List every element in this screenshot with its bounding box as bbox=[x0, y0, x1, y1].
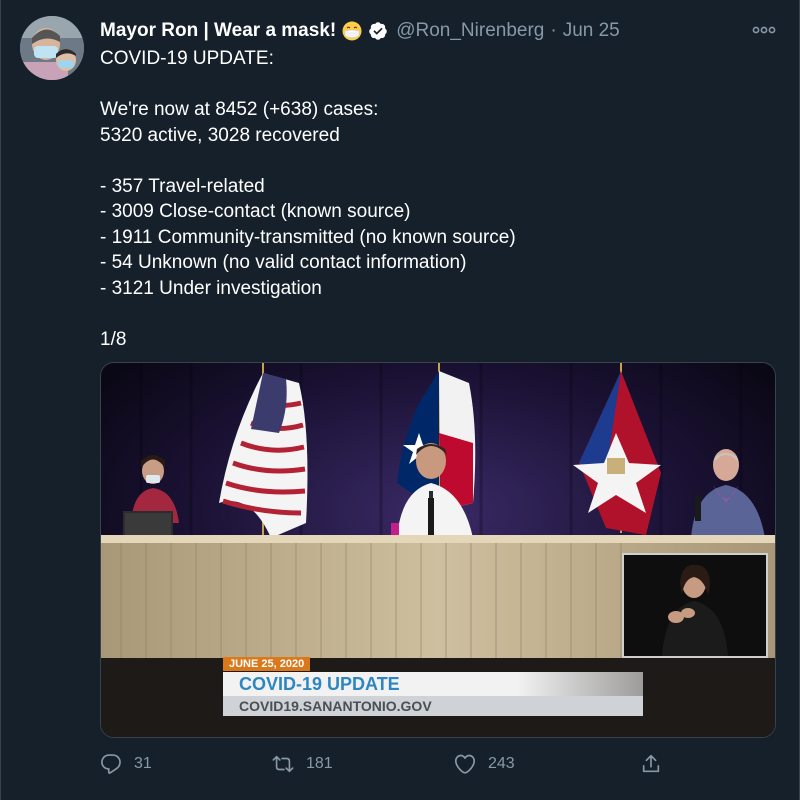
share-icon bbox=[642, 754, 660, 773]
lower-third-url: COVID19.SANANTONIO.GOV bbox=[223, 696, 643, 716]
avatar[interactable] bbox=[20, 16, 84, 80]
avatar-image bbox=[20, 16, 84, 80]
face-with-medical-mask-icon bbox=[342, 21, 362, 41]
display-name[interactable]: Mayor Ron | Wear a mask! bbox=[100, 20, 336, 42]
tweet-line: We're now at 8452 (+638) cases: bbox=[100, 99, 379, 120]
tweet-header: Mayor Ron | Wear a mask! @Ron_Nirenberg … bbox=[100, 18, 770, 44]
tweet-line: - 357 Travel-related bbox=[100, 175, 265, 197]
user-handle[interactable]: @Ron_Nirenberg bbox=[396, 20, 544, 42]
reply-icon bbox=[101, 754, 121, 774]
header-separator: · bbox=[550, 20, 557, 41]
tweet-line: - 1911 Community-transmitted (no known s… bbox=[100, 226, 516, 248]
retweet-icon bbox=[272, 755, 294, 773]
tweet-line: COVID-19 UPDATE: bbox=[100, 48, 274, 69]
tweet-line: - 3009 Close-contact (known source) bbox=[100, 201, 411, 222]
frame-border-left bbox=[0, 0, 1, 800]
retweet-button[interactable]: 181 bbox=[272, 748, 333, 780]
tweet-line: 1/8 bbox=[100, 328, 127, 350]
tweet-line: 5320 active, 3028 recovered bbox=[100, 124, 340, 146]
sign-language-interpreter-inset bbox=[622, 553, 768, 658]
verified-badge-icon bbox=[369, 22, 387, 40]
like-button[interactable]: 243 bbox=[454, 748, 515, 780]
tweet-line: - 54 Unknown (no valid contact informati… bbox=[100, 252, 467, 273]
reply-count: 31 bbox=[134, 755, 152, 772]
lower-third-title: COVID-19 UPDATE bbox=[223, 672, 643, 696]
like-count: 243 bbox=[488, 755, 515, 772]
share-button[interactable] bbox=[640, 748, 662, 780]
interpreter-image bbox=[624, 555, 766, 656]
media-image[interactable]: JUNE 25, 2020 COVID-19 UPDATE COVID19.SA… bbox=[100, 362, 776, 738]
reply-button[interactable]: 31 bbox=[100, 748, 152, 780]
tweet-actions: 31 181 243 bbox=[100, 748, 700, 780]
heart-icon bbox=[454, 754, 476, 774]
tweet-date[interactable]: Jun 25 bbox=[563, 20, 620, 42]
tweet-text: COVID-19 UPDATE: We're now at 8452 (+638… bbox=[100, 46, 760, 352]
tweet-line: - 3121 Under investigation bbox=[100, 277, 322, 299]
more-options-icon[interactable] bbox=[752, 20, 776, 40]
lower-third-date: JUNE 25, 2020 bbox=[223, 657, 311, 671]
retweet-count: 181 bbox=[306, 755, 333, 772]
